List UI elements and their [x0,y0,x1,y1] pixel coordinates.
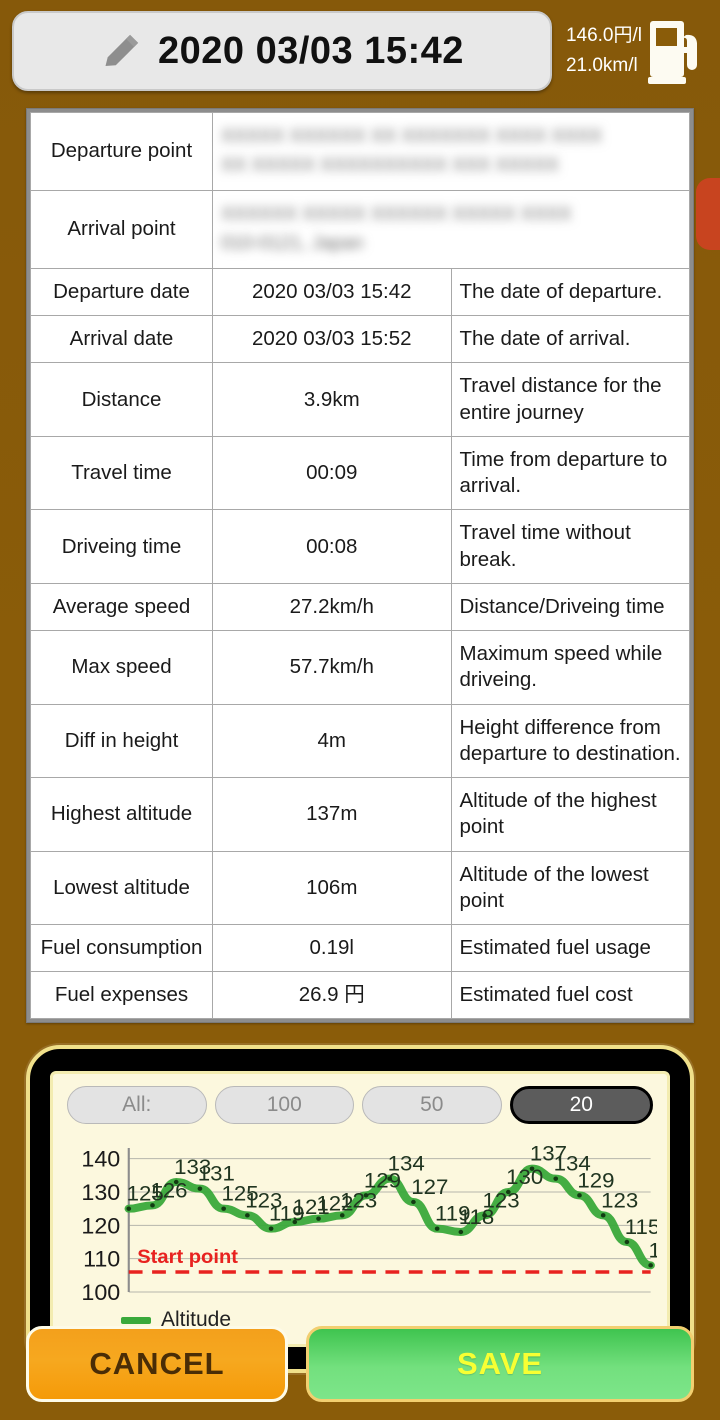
svg-text:123: 123 [601,1188,638,1212]
segment-20[interactable]: 20 [509,1086,653,1125]
altitude-plot[interactable]: 100 110 120 130 140 Start point 125 126 133 131 12… [63,1144,657,1302]
row-value: 2020 03/03 15:52 [212,315,452,364]
fuel-info: 146.0円/l 21.0km/l [566,21,642,81]
pencil-icon [105,34,139,67]
table-body: Departure point XXXXX XXXXXX XX XXXXXXX … [30,112,690,1020]
trip-title-field[interactable]: 2020 03/03 15:42 [12,11,552,91]
row-label: Fuel expenses [30,971,213,1020]
row-description: The date of arrival. [450,315,690,364]
row-description: Distance/Driveing time [450,582,690,632]
segment-50[interactable]: 50 [362,1086,502,1125]
page-title: 2020 03/03 15:42 [158,29,464,72]
svg-text:115: 115 [625,1215,657,1239]
svg-text:130: 130 [81,1180,120,1205]
row-value: 57.7km/h [212,630,452,705]
table-row: Highest altitude 137m Altitude of the hi… [30,777,690,852]
table-row: Max speed 57.7km/h Maximum speed while d… [30,630,690,705]
row-value: 26.9 円 [212,971,452,1020]
segment-all[interactable]: All: [67,1086,207,1125]
row-value: 00:08 [212,509,452,584]
table-row: Fuel consumption 0.19l Estimated fuel us… [30,923,690,973]
row-description: Time from departure to arrival. [450,435,690,511]
row-description: Maximum speed while driveing. [450,630,690,705]
table-row: Distance 3.9km Travel distance for the e… [30,362,690,437]
row-value: 2020 03/03 15:42 [212,267,452,317]
save-button[interactable]: SAVE [306,1326,694,1402]
departure-point-value: XXXXX XXXXXX XX XXXXXXX XXXX XXXX XX XXX… [212,112,690,191]
trip-detail-screen: 2020 03/03 15:42 146.0円/l 21.0km/l Depar… [0,0,720,1420]
row-label: Diff in height [30,703,213,779]
fuel-pump-icon[interactable] [648,17,706,85]
svg-text:120: 120 [81,1213,120,1238]
table-row: Average speed 27.2km/h Distance/Driveing… [30,582,690,632]
row-description: Height difference from departure to dest… [450,703,690,779]
row-value: 106m [212,850,452,925]
svg-text:Start point: Start point [137,1247,238,1268]
row-label: Max speed [30,630,213,705]
table-row: Arrival point XXXXXX XXXXX XXXXXX XXXXX … [30,190,690,269]
segment-100[interactable]: 100 [214,1086,354,1125]
row-description: Altitude of the highest point [450,777,690,852]
row-value: 137m [212,777,452,852]
row-label: Lowest altitude [30,850,213,925]
svg-text:123: 123 [482,1188,519,1212]
table-row: Travel time 00:09 Time from departure to… [30,435,690,511]
row-value: 3.9km [212,362,452,437]
row-label: Highest altitude [30,777,213,852]
row-label: Fuel consumption [30,923,213,973]
row-label: Departure point [30,112,213,191]
row-label: Driveing time [30,509,213,584]
svg-text:126: 126 [150,1178,187,1202]
row-value: 4m [212,703,452,779]
row-label: Travel time [30,435,213,511]
row-label: Distance [30,362,213,437]
row-description: Estimated fuel cost [450,971,690,1020]
table-row: Diff in height 4m Height difference from… [30,703,690,779]
row-description: Travel distance for the entire journey [450,362,690,437]
fuel-efficiency: 21.0km/l [565,55,638,76]
row-description: Altitude of the lowest point [450,850,690,925]
row-value: 00:09 [212,435,452,511]
table-row: Fuel expenses 26.9 円 Estimated fuel cost [30,971,690,1020]
altitude-line-chart: 100110120130140Start point12512613313112… [81,1144,657,1302]
arrival-point-value: XXXXXX XXXXX XXXXXX XXXXX XXXX 010-0121,… [212,190,690,269]
side-drawer-handle[interactable] [696,178,720,250]
row-label: Arrival point [30,190,213,269]
svg-text:140: 140 [81,1147,120,1172]
row-label: Arrival date [30,315,213,364]
trip-detail-table: Departure point XXXXX XXXXXX XX XXXXXXX … [30,112,690,1020]
table-row: Arrival date 2020 03/03 15:52 The date o… [30,315,690,364]
trip-detail-table-card: Departure point XXXXX XXXXXX XX XXXXXXX … [26,108,694,1024]
svg-text:130: 130 [506,1165,543,1189]
row-description: Estimated fuel usage [450,923,690,973]
row-value: 27.2km/h [212,582,452,632]
row-value: 0.19l [212,923,452,973]
footer-actions: CANCEL SAVE [0,1326,720,1402]
table-row: Driveing time 00:08 Travel time without … [30,509,690,584]
svg-text:108: 108 [649,1238,657,1262]
altitude-chart-panel: All: 100 50 20 100 110 120 130 140 Start poin… [26,1045,694,1374]
point-count-segmented-control: All: 100 50 20 [63,1086,657,1130]
header: 2020 03/03 15:42 146.0円/l 21.0km/l [0,0,720,100]
table-row: Departure point XXXXX XXXXXX XX XXXXXXX … [30,112,690,191]
row-label: Average speed [30,582,213,632]
row-label: Departure date [30,267,213,317]
table-row: Lowest altitude 106m Altitude of the low… [30,850,690,925]
svg-text:127: 127 [411,1175,448,1199]
table-row: Departure date 2020 03/03 15:42 The date… [30,267,690,317]
svg-text:110: 110 [83,1247,120,1272]
row-description: The date of departure. [450,267,690,317]
legend-swatch-altitude [121,1316,151,1324]
row-description: Travel time without break. [450,509,690,584]
cancel-button[interactable]: CANCEL [26,1326,288,1402]
fuel-price: 146.0円/l [565,25,642,46]
chart-inner: All: 100 50 20 100 110 120 130 140 Start poin… [50,1071,670,1348]
svg-text:134: 134 [388,1152,425,1176]
svg-text:100: 100 [81,1280,120,1302]
